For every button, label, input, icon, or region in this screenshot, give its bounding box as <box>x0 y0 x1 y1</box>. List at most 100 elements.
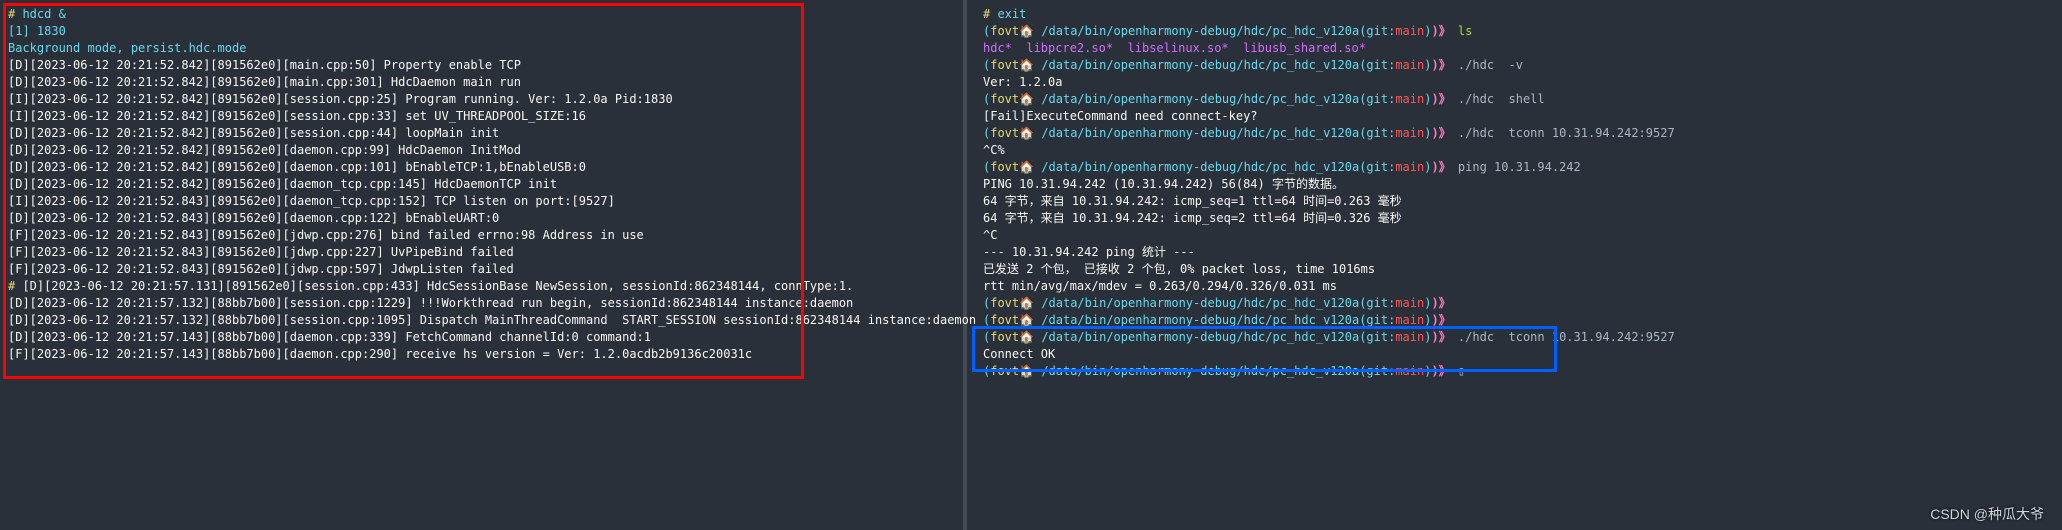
prompt-line: (fovt🏠 /data/bin/openharmony-debug/hdc/p… <box>983 57 1547 74</box>
prompt-git: (git: <box>1359 330 1395 344</box>
prompt-branch: main <box>1395 58 1424 72</box>
text-segment: hdc* <box>983 41 1026 55</box>
prompt-git: (git: <box>1359 58 1395 72</box>
prompt-path: /data/bin/openharmony-debug/hdc/pc_hdc_v… <box>1041 330 1359 344</box>
prompt-line: (fovt🏠 /data/bin/openharmony-debug/hdc/p… <box>983 159 1547 176</box>
prompt-line: (fovt🏠 /data/bin/openharmony-debug/hdc/p… <box>983 91 1547 108</box>
prompt-arrows: )》 <box>1431 313 1450 327</box>
command-text: ./hdc tconn 10.31.94.242:9527 <box>1451 330 1675 344</box>
prompt-user: fovt🏠 <box>990 58 1041 72</box>
text-segment: [D][2023-06-12 20:21:57.132][88bb7b00][s… <box>8 296 853 310</box>
terminal-line: [D][2023-06-12 20:21:57.143][88bb7b00][d… <box>8 329 955 346</box>
prompt-user: fovt🏠 <box>990 364 1041 378</box>
prompt-path: /data/bin/openharmony-debug/hdc/pc_hdc_v… <box>1041 24 1359 38</box>
terminal-line: # hdcd & <box>8 6 955 23</box>
terminal-line: [I][2023-06-12 20:21:52.842][891562e0][s… <box>8 108 955 125</box>
prompt-user: fovt🏠 <box>990 313 1041 327</box>
prompt-branch: main <box>1395 296 1424 310</box>
terminal-line: [I][2023-06-12 20:21:52.842][891562e0][s… <box>8 91 955 108</box>
pane-divider[interactable] <box>963 0 967 530</box>
text-segment: [F][2023-06-12 20:21:52.843][891562e0][j… <box>8 262 514 276</box>
prompt-user: fovt🏠 <box>990 24 1041 38</box>
terminal-line: 64 字节，来自 10.31.94.242: icmp_seq=2 ttl=64… <box>983 210 1547 227</box>
terminal-line: 已发送 2 个包， 已接收 2 个包, 0% packet loss, time… <box>983 261 1547 278</box>
terminal-line: [F][2023-06-12 20:21:52.843][891562e0][j… <box>8 244 955 261</box>
prompt-arrows: )》 <box>1431 364 1450 378</box>
right-terminal[interactable]: # exit(fovt🏠 /data/bin/openharmony-debug… <box>975 0 1555 530</box>
text-segment: Connect OK <box>983 347 1055 361</box>
text-segment: [F][2023-06-12 20:21:52.843][891562e0][j… <box>8 245 514 259</box>
terminal-line: --- 10.31.94.242 ping 统计 --- <box>983 244 1547 261</box>
prompt-git: (git: <box>1359 296 1395 310</box>
terminal-line: [F][2023-06-12 20:21:57.143][88bb7b00][d… <box>8 346 955 363</box>
terminal-line: 64 字节，来自 10.31.94.242: icmp_seq=1 ttl=64… <box>983 193 1547 210</box>
left-terminal[interactable]: # hdcd &[1] 1830Background mode, persist… <box>0 0 963 530</box>
prompt-git: (git: <box>1359 126 1395 140</box>
text-segment: [F][2023-06-12 20:21:52.843][891562e0][j… <box>8 228 644 242</box>
terminal-line: [D][2023-06-12 20:21:52.842][891562e0][d… <box>8 176 955 193</box>
terminal-split: # hdcd &[1] 1830Background mode, persist… <box>0 0 2062 530</box>
text-segment: [D][2023-06-12 20:21:57.131][891562e0][s… <box>22 279 853 293</box>
prompt-git: (git: <box>1359 92 1395 106</box>
text-segment: [D][2023-06-12 20:21:52.842][891562e0][m… <box>8 75 521 89</box>
text-segment: rtt min/avg/max/mdev = 0.263/0.294/0.326… <box>983 279 1337 293</box>
terminal-line: [D][2023-06-12 20:21:57.132][88bb7b00][s… <box>8 312 955 329</box>
terminal-line: # exit <box>983 6 1547 23</box>
prompt-branch: main <box>1395 126 1424 140</box>
command-text: ./hdc tconn 10.31.94.242:9527 <box>1451 126 1675 140</box>
prompt-line: (fovt🏠 /data/bin/openharmony-debug/hdc/p… <box>983 295 1547 312</box>
text-segment: # <box>8 7 22 21</box>
text-segment: Background mode, persist.hdc.mode <box>8 41 246 55</box>
prompt-branch: main <box>1395 160 1424 174</box>
prompt-path: /data/bin/openharmony-debug/hdc/pc_hdc_v… <box>1041 58 1359 72</box>
command-text: ./hdc shell <box>1451 92 1545 106</box>
prompt-git: (git: <box>1359 313 1395 327</box>
text-segment: [D][2023-06-12 20:21:52.842][891562e0][d… <box>8 143 521 157</box>
text-segment: [Fail]ExecuteCommand need connect-key? <box>983 109 1258 123</box>
watermark: CSDN @种瓜大爷 <box>1930 504 2044 524</box>
prompt-path: /data/bin/openharmony-debug/hdc/pc_hdc_v… <box>1041 92 1359 106</box>
terminal-line: [D][2023-06-12 20:21:52.842][891562e0][s… <box>8 125 955 142</box>
prompt-line: (fovt🏠 /data/bin/openharmony-debug/hdc/p… <box>983 23 1547 40</box>
text-segment: [D][2023-06-12 20:21:52.842][891562e0][s… <box>8 126 499 140</box>
text-segment: PING 10.31.94.242 (10.31.94.242) 56(84) … <box>983 177 1344 191</box>
prompt-path: /data/bin/openharmony-debug/hdc/pc_hdc_v… <box>1041 126 1359 140</box>
terminal-line: [F][2023-06-12 20:21:52.843][891562e0][j… <box>8 227 955 244</box>
terminal-line: hdc* libpcre2.so* libselinux.so* libusb_… <box>983 40 1547 57</box>
text-segment: # <box>983 7 997 21</box>
text-segment: --- 10.31.94.242 ping 统计 --- <box>983 245 1195 259</box>
terminal-line: Background mode, persist.hdc.mode <box>8 40 955 57</box>
terminal-line: ^C% <box>983 142 1547 159</box>
prompt-branch: main <box>1395 92 1424 106</box>
prompt-branch: main <box>1395 364 1424 378</box>
terminal-line: ^C <box>983 227 1547 244</box>
text-segment: exit <box>997 7 1026 21</box>
prompt-branch: main <box>1395 330 1424 344</box>
prompt-line: (fovt🏠 /data/bin/openharmony-debug/hdc/p… <box>983 329 1547 346</box>
text-segment: 64 字节，来自 10.31.94.242: icmp_seq=2 ttl=64… <box>983 211 1402 225</box>
terminal-line: [Fail]ExecuteCommand need connect-key? <box>983 108 1547 125</box>
text-segment: [I][2023-06-12 20:21:52.842][891562e0][s… <box>8 92 673 106</box>
text-segment: [D][2023-06-12 20:21:57.143][88bb7b00][d… <box>8 330 651 344</box>
prompt-user: fovt🏠 <box>990 296 1041 310</box>
terminal-line: Connect OK <box>983 346 1547 363</box>
terminal-line: Ver: 1.2.0a <box>983 74 1547 91</box>
command-text: ▯ <box>1451 364 1465 378</box>
prompt-line: (fovt🏠 /data/bin/openharmony-debug/hdc/p… <box>983 363 1547 380</box>
prompt-git: (git: <box>1359 364 1395 378</box>
prompt-arrows: )》 <box>1431 24 1450 38</box>
terminal-line: [D][2023-06-12 20:21:52.842][891562e0][m… <box>8 57 955 74</box>
command-text: ping 10.31.94.242 <box>1451 160 1581 174</box>
terminal-line: [D][2023-06-12 20:21:52.842][891562e0][m… <box>8 74 955 91</box>
text-segment: 64 字节，来自 10.31.94.242: icmp_seq=1 ttl=64… <box>983 194 1402 208</box>
prompt-arrows: )》 <box>1431 58 1450 72</box>
prompt-path: /data/bin/openharmony-debug/hdc/pc_hdc_v… <box>1041 296 1359 310</box>
prompt-user: fovt🏠 <box>990 160 1041 174</box>
text-segment: libselinux.so* <box>1128 41 1244 55</box>
text-segment: [D][2023-06-12 20:21:52.843][891562e0][d… <box>8 211 499 225</box>
text-segment: [D][2023-06-12 20:21:52.842][891562e0][m… <box>8 58 521 72</box>
prompt-path: /data/bin/openharmony-debug/hdc/pc_hdc_v… <box>1041 313 1359 327</box>
terminal-line: # [D][2023-06-12 20:21:57.131][891562e0]… <box>8 278 955 295</box>
terminal-line: [1] 1830 <box>8 23 955 40</box>
prompt-path: /data/bin/openharmony-debug/hdc/pc_hdc_v… <box>1041 160 1359 174</box>
